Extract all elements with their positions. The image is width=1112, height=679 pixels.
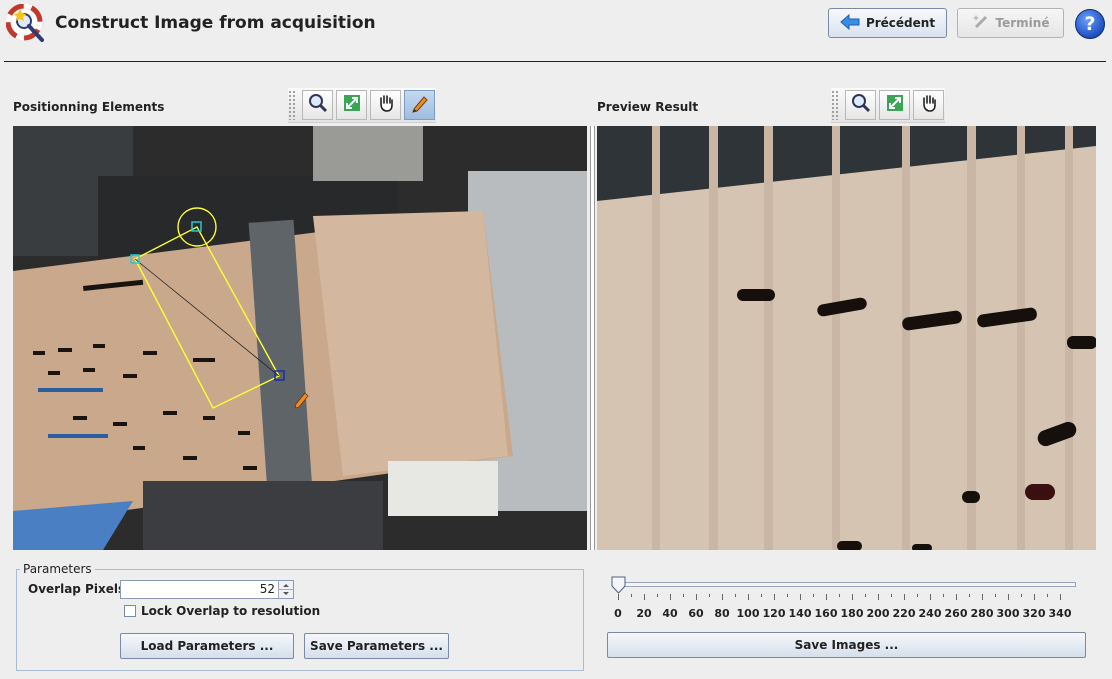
slider-tick-label: 40: [662, 607, 678, 620]
slider-minor-tick: [657, 594, 658, 597]
slider-tick-label: 20: [636, 607, 652, 620]
slider-tick-label: 60: [688, 607, 704, 620]
slider-tick-label: 340: [1048, 607, 1072, 620]
slider-minor-tick: [631, 594, 632, 597]
slider-tick-label: 200: [866, 607, 890, 620]
split-pane-divider[interactable]: [590, 126, 595, 550]
slider-major-tick: [1060, 594, 1061, 600]
slider-minor-tick: [839, 594, 840, 597]
slider-tick-label: 320: [1022, 607, 1046, 620]
load-parameters-button[interactable]: Load Parameters ...: [120, 633, 294, 659]
slider-tick-label: 240: [918, 607, 942, 620]
pan-hand-icon: [376, 93, 396, 117]
slider-major-tick: [800, 594, 801, 600]
app-logo-icon: [5, 3, 48, 44]
overlap-value[interactable]: 52: [260, 582, 275, 596]
slider-tick-label: 100: [736, 607, 760, 620]
slider-minor-tick: [995, 594, 996, 597]
positioning-toolbar: [288, 88, 436, 123]
zoom-tool-button[interactable]: [302, 90, 333, 120]
slider-major-tick: [748, 594, 749, 600]
slider-major-tick: [852, 594, 853, 600]
fit-tool-button[interactable]: [336, 90, 367, 120]
help-button[interactable]: ?: [1075, 9, 1105, 39]
slider-minor-tick: [709, 594, 710, 597]
preview-panel-title: Preview Result: [597, 100, 699, 114]
toolbar-grip[interactable]: [288, 90, 296, 120]
slider-major-tick: [982, 594, 983, 600]
page-title: Construct Image from acquisition: [55, 13, 376, 33]
pan-tool-button[interactable]: [370, 90, 401, 120]
slider-minor-tick: [1021, 594, 1022, 597]
previous-button-label: Précédent: [865, 16, 936, 30]
slider-major-tick: [1008, 594, 1009, 600]
slider-major-tick: [878, 594, 879, 600]
slider-major-tick: [1034, 594, 1035, 600]
slider-major-tick: [930, 594, 931, 600]
save-parameters-button[interactable]: Save Parameters ...: [304, 633, 449, 659]
preview-zoom-button[interactable]: [845, 90, 876, 120]
slider-minor-tick: [969, 594, 970, 597]
slider-minor-tick: [683, 594, 684, 597]
slider-minor-tick: [813, 594, 814, 597]
preview-toolbar: [831, 88, 945, 123]
preview-image-canvas[interactable]: [597, 126, 1096, 550]
slider-minor-tick: [1047, 594, 1048, 597]
image-slider-track[interactable]: [614, 582, 1076, 587]
positioning-panel-title: Positionning Elements: [13, 100, 165, 114]
slider-tick-label: 180: [840, 607, 864, 620]
positioning-image-canvas[interactable]: [13, 126, 587, 550]
slider-tick-label: 0: [614, 607, 622, 620]
slider-minor-tick: [917, 594, 918, 597]
slider-tick-label: 80: [714, 607, 730, 620]
slider-major-tick: [774, 594, 775, 600]
slider-minor-tick: [735, 594, 736, 597]
slider-tick-label: 140: [788, 607, 812, 620]
save-images-button[interactable]: Save Images ...: [607, 632, 1086, 658]
slider-tick-label: 160: [814, 607, 838, 620]
toolbar-grip[interactable]: [831, 90, 839, 120]
zoom-icon: [851, 93, 871, 117]
overlap-spinner[interactable]: 52: [120, 580, 294, 599]
slider-tick-label: 120: [762, 607, 786, 620]
fit-icon: [342, 93, 362, 117]
slider-tick-label: 280: [970, 607, 994, 620]
draw-tool-button[interactable]: [404, 90, 435, 120]
slider-major-tick: [722, 594, 723, 600]
slider-tick-label: 300: [996, 607, 1020, 620]
finish-button-label: Terminé: [995, 16, 1050, 30]
spinner-arrows[interactable]: [278, 581, 293, 598]
zoom-icon: [308, 93, 328, 117]
magic-wand-icon: [972, 13, 990, 34]
slider-minor-tick: [787, 594, 788, 597]
back-arrow-icon: [840, 13, 860, 33]
slider-tick-label: 220: [892, 607, 916, 620]
slider-minor-tick: [761, 594, 762, 597]
fit-icon: [885, 93, 905, 117]
header-separator: [4, 61, 1106, 62]
parameters-legend: Parameters: [20, 562, 95, 576]
slider-minor-tick: [865, 594, 866, 597]
slider-minor-tick: [943, 594, 944, 597]
slider-major-tick: [904, 594, 905, 600]
slider-major-tick: [956, 594, 957, 600]
previous-button[interactable]: Précédent: [828, 8, 947, 38]
finish-button[interactable]: Terminé: [957, 8, 1064, 38]
pan-hand-icon: [919, 93, 939, 117]
preview-fit-button[interactable]: [879, 90, 910, 120]
slider-tick-label: 260: [944, 607, 968, 620]
preview-pan-button[interactable]: [913, 90, 944, 120]
help-icon: ?: [1084, 13, 1096, 35]
slider-major-tick: [670, 594, 671, 600]
slider-major-tick: [826, 594, 827, 600]
slider-major-tick: [696, 594, 697, 600]
lock-overlap-label: Lock Overlap to resolution: [141, 604, 321, 618]
slider-minor-tick: [891, 594, 892, 597]
slider-major-tick: [644, 594, 645, 600]
slider-major-tick: [618, 594, 619, 600]
pencil-icon: [410, 93, 430, 117]
lock-overlap-checkbox[interactable]: [124, 605, 136, 617]
overlap-label: Overlap Pixels: [28, 582, 126, 596]
